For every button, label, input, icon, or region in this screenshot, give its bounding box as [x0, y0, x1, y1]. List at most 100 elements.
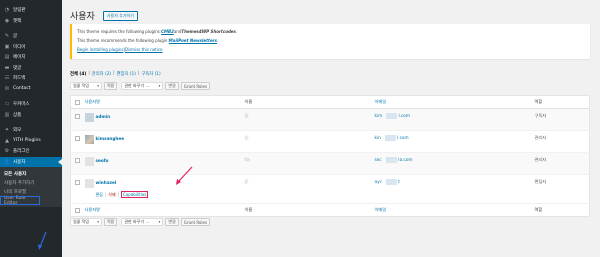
chevron-down-icon: ▾	[97, 220, 99, 224]
column-name[interactable]: 이름	[244, 95, 375, 109]
role-cell: 관리자	[534, 130, 590, 153]
avatar	[84, 113, 94, 122]
sidebar-item-media[interactable]: ▣ 미디어	[0, 42, 62, 53]
notice-text: and	[173, 29, 182, 34]
grant-roles-button[interactable]: Grant Roles	[180, 218, 211, 226]
name-cell: 준	[244, 179, 249, 184]
apply-button[interactable]: 적용	[104, 82, 118, 90]
sidebar-item-plugins[interactable]: ⚙ 플러그인	[0, 146, 62, 157]
sidebar-item-appearance[interactable]: ✦ 외모	[0, 125, 62, 136]
bulk-action-value: 일괄 작업	[73, 219, 89, 224]
table-row: kimsanghee 상 kin l.com 관리자	[70, 130, 590, 153]
table-footer-row: 사용자명 이름 이메일 역할	[70, 203, 590, 217]
column-username[interactable]: 사용자명	[84, 95, 245, 109]
delete-link[interactable]: 삭제	[108, 192, 115, 198]
dismiss-notice-link[interactable]: Dismiss this notice	[125, 47, 163, 52]
sidebar-item-pages[interactable]: ▤ 페이지	[0, 52, 62, 63]
sidebar-item-label: 피드백	[13, 76, 26, 82]
username-link[interactable]: kimsanghee	[96, 136, 125, 141]
bulk-action-value: 일괄 작업	[73, 83, 89, 88]
action-separator: |	[104, 192, 107, 197]
redaction-block	[385, 179, 397, 185]
sidebar-item-label: 글	[13, 34, 18, 40]
bulk-action-select[interactable]: 일괄 작업 ▾	[70, 82, 102, 90]
tablenav-top: 일괄 작업 ▾ 적용 권한 바꾸기 ... ▾ 변경 Grant Roles	[70, 82, 211, 90]
email-tail[interactable]: t	[398, 179, 400, 184]
username-link[interactable]: admin	[96, 114, 111, 119]
appearance-icon: ✦	[4, 127, 10, 134]
sidebar-item-woocommerce[interactable]: ▭ 우커머스	[0, 99, 62, 110]
view-separator: |	[137, 71, 140, 76]
column-role: 역할	[534, 203, 590, 217]
sidebar-item-users[interactable]: 👤 사용자	[0, 156, 62, 167]
avatar	[84, 157, 94, 166]
mail-icon: ✉	[4, 85, 10, 92]
email-tail[interactable]: l.com	[397, 135, 408, 140]
capabilities-link[interactable]: Capabilities	[120, 191, 149, 198]
chevron-down-icon: ▾	[158, 220, 161, 224]
email-link[interactable]: kim	[375, 113, 383, 118]
change-button[interactable]: 변경	[165, 218, 179, 226]
column-username[interactable]: 사용자명	[84, 203, 245, 217]
submenu-add-user[interactable]: 사용자 추가하기	[0, 178, 62, 187]
notice-line-1: This theme requires the following plugin…	[77, 27, 585, 36]
pin-icon: ✎	[4, 33, 10, 40]
name-cell: 상	[244, 135, 249, 140]
redaction-block	[385, 157, 397, 163]
row-checkbox[interactable]	[75, 158, 80, 163]
username-link[interactable]: winhazel	[96, 180, 117, 185]
sidebar-item-products[interactable]: ▥ 상품	[0, 110, 62, 121]
sidebar-item-label: 상품	[13, 112, 22, 118]
yith-icon: ▲	[5, 137, 9, 144]
email-link[interactable]: kin	[375, 135, 381, 140]
page-title: 사용자	[70, 12, 95, 22]
cmb2-link[interactable]: CMB2	[161, 29, 174, 34]
mailpoet-link[interactable]: MailPoet Newsletters	[169, 38, 217, 43]
email-tail[interactable]: ra.com	[398, 157, 413, 162]
begin-installing-link[interactable]: Begin installing plugins	[77, 47, 124, 52]
sidebar-item-dashboard[interactable]: ◔ 알림판	[0, 5, 62, 16]
add-user-button[interactable]: 사용자 추가하기	[102, 10, 138, 21]
media-icon: ▣	[4, 43, 10, 50]
email-tail[interactable]: l.com	[399, 113, 410, 118]
role-cell: 구독자	[534, 108, 590, 131]
admin-sidebar: ◔ 알림판 ◉ 젯팩 ✎ 글 ▣ 미디어 ▤ 페이지 ▬ 댓글 ☷ 피드백 ✉ Contact …	[0, 0, 62, 257]
sidebar-item-yith[interactable]: ▲ YITH Plugins	[0, 136, 62, 147]
page-icon: ▤	[4, 54, 10, 61]
row-checkbox[interactable]	[75, 180, 80, 185]
sidebar-item-comments[interactable]: ▬ 댓글	[0, 63, 62, 74]
email-link[interactable]: sec	[375, 157, 382, 162]
plugin-notice: This theme requires the following plugin…	[70, 24, 590, 59]
column-email[interactable]: 이메일	[374, 95, 535, 109]
username-link[interactable]: seofu	[96, 158, 109, 163]
view-all[interactable]: 전체 (4)	[70, 71, 86, 77]
column-name[interactable]: 이름	[244, 203, 375, 217]
name-cell: 상	[244, 113, 249, 118]
sidebar-item-jetpack[interactable]: ◉ 젯팩	[0, 16, 62, 27]
bulk-action-select[interactable]: 일괄 작업 ▾	[70, 218, 102, 226]
grant-roles-button[interactable]: Grant Roles	[180, 82, 211, 90]
select-all-checkbox[interactable]	[75, 99, 80, 105]
sidebar-item-posts[interactable]: ✎ 글	[0, 31, 62, 42]
sidebar-item-feedback[interactable]: ☷ 피드백	[0, 73, 62, 84]
apply-button[interactable]: 적용	[104, 218, 118, 226]
row-checkbox[interactable]	[75, 136, 80, 141]
submenu-all-users[interactable]: 모든 사용자	[0, 169, 62, 178]
feedback-icon: ☷	[4, 75, 10, 82]
sidebar-item-label: 플러그인	[13, 149, 30, 155]
edit-link[interactable]: 편집	[96, 192, 103, 198]
row-checkbox[interactable]	[75, 114, 80, 119]
view-subscriber[interactable]: 구독자 (1)	[141, 71, 160, 77]
change-button[interactable]: 변경	[165, 82, 179, 90]
select-all-checkbox[interactable]	[75, 207, 80, 213]
view-editor[interactable]: 편집자 (1)	[117, 71, 136, 77]
change-role-select[interactable]: 권한 바꾸기 ... ▾	[121, 82, 164, 90]
sidebar-item-contact[interactable]: ✉ Contact	[0, 84, 62, 95]
change-role-select[interactable]: 권한 바꾸기 ... ▾	[121, 218, 164, 226]
column-email[interactable]: 이메일	[374, 203, 535, 217]
table-row: admin 상 kim l.com 구독자	[70, 108, 590, 131]
role-cell: 편집자	[534, 174, 590, 204]
email-link[interactable]: ayc	[375, 179, 382, 184]
submenu-user-role-editor[interactable]: User Role Editor	[0, 196, 40, 206]
view-administrator[interactable]: 관리자 (2)	[92, 71, 111, 77]
